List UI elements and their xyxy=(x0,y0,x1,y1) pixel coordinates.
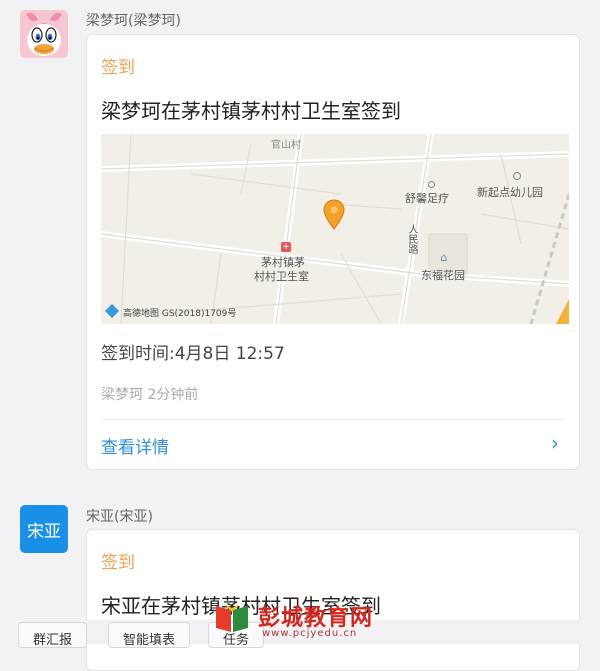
avatar[interactable]: 宋亚 xyxy=(20,505,68,553)
map-label: 村村卫生室 xyxy=(254,270,309,283)
checkin-time: 签到时间:4月8日 12:57 xyxy=(101,344,285,364)
divider xyxy=(101,419,565,420)
checkin-type-label: 签到 xyxy=(101,553,135,573)
map-attribution: 高德地图 GS(2018)1709号 xyxy=(123,309,237,319)
map-label: 官山村 xyxy=(271,140,301,151)
marker-icon xyxy=(428,181,435,188)
smart-form-button[interactable]: 智能填表 xyxy=(108,622,191,648)
location-map[interactable]: + ⌂ 官山村 舒馨足疗 新起点幼儿园 茅村镇茅 村村卫生室 人民路 东福花园 … xyxy=(101,134,569,324)
duck-avatar-icon[interactable] xyxy=(20,10,68,58)
checkin-card[interactable]: 签到 梁梦珂在茅村镇茅村村卫生室签到 + ⌂ 官山村 舒馨足疗 新起点幼儿园 茅… xyxy=(86,34,580,470)
map-label: 新起点幼儿园 xyxy=(477,186,543,199)
building-icon: ⌂ xyxy=(440,251,448,264)
checkin-type-label: 签到 xyxy=(101,58,135,78)
group-report-button[interactable]: 群汇报 xyxy=(18,622,88,648)
map-label: 舒馨足疗 xyxy=(405,192,449,205)
marker-icon xyxy=(513,172,521,180)
map-label: 东福花园 xyxy=(421,269,465,282)
watermark-url: www.pcjyedu.cn xyxy=(262,628,358,639)
checkin-meta: 梁梦珂 2分钟前 xyxy=(101,387,199,403)
location-pin-icon xyxy=(323,199,345,230)
book-logo-icon xyxy=(212,602,252,634)
hospital-icon: + xyxy=(281,242,291,252)
map-label: 人民路 xyxy=(406,224,417,254)
chevron-right-icon[interactable]: › xyxy=(551,431,559,455)
sender-name: 宋亚(宋亚) xyxy=(86,509,153,525)
view-details-link[interactable]: 查看详情 xyxy=(101,433,169,458)
sender-name: 梁梦珂(梁梦珂) xyxy=(86,13,181,29)
watermark: 彭城教育网 www.pcjyedu.cn xyxy=(212,598,412,642)
checkin-title: 梁梦珂在茅村镇茅村村卫生室签到 xyxy=(101,99,401,123)
